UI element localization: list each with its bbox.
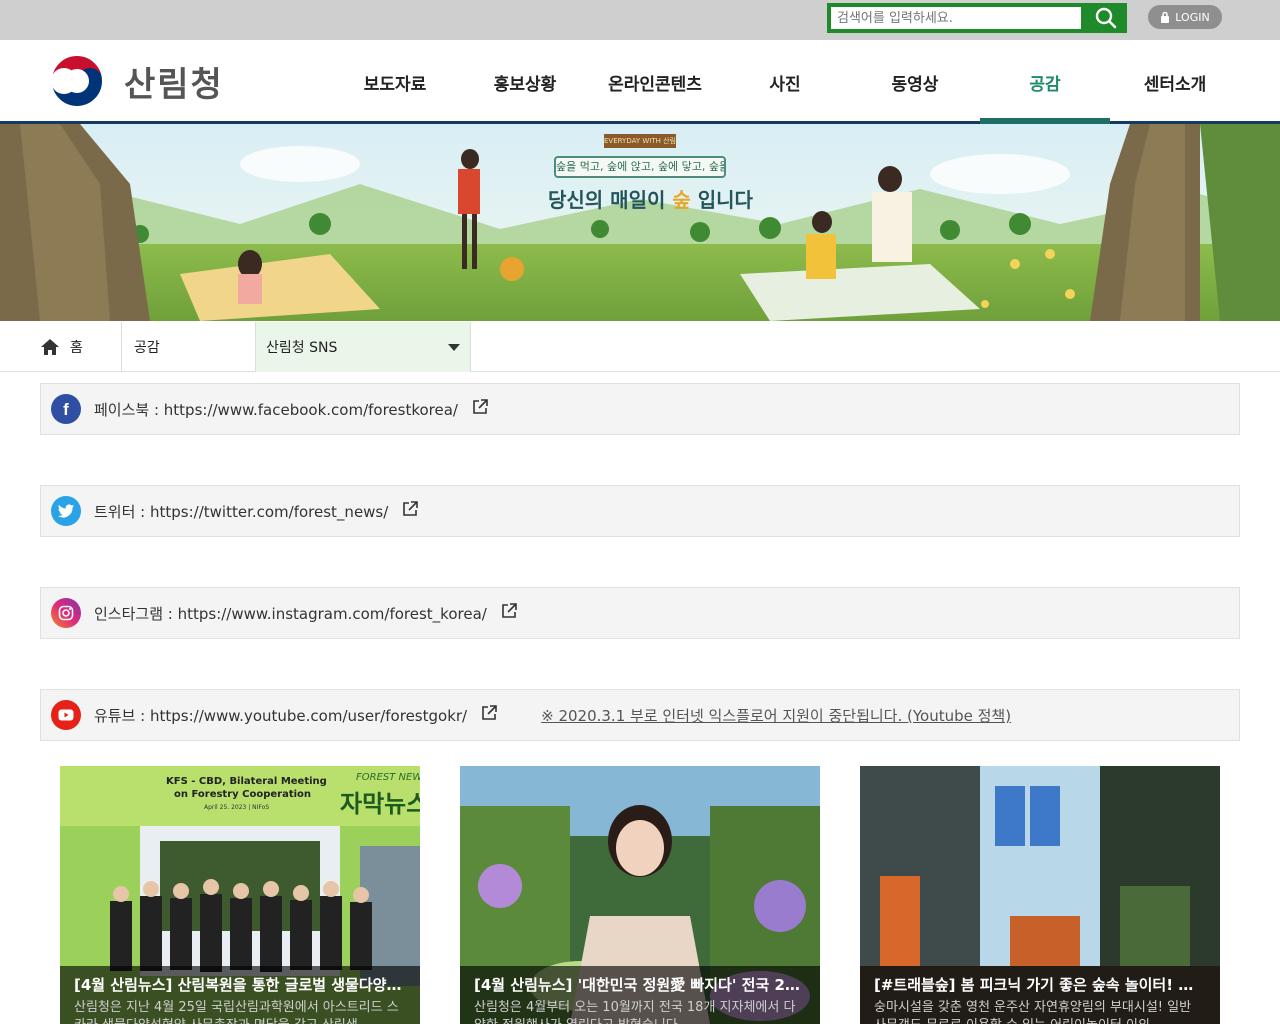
instagram-icon [51, 598, 81, 628]
search-box [827, 3, 1127, 33]
video-caption: [4월 산림뉴스] 산림복원을 통한 글로벌 생물다양성 보전 산림청은 지난 … [60, 966, 420, 1024]
video-title[interactable]: [4월 산림뉴스] 산림복원을 통한 글로벌 생물다양성 보전 [74, 974, 406, 995]
sns-facebook-text[interactable]: 페이스북 : https://www.facebook.com/forestko… [94, 399, 458, 420]
banner-line2-a: 당신의 매일이 [548, 188, 673, 212]
breadcrumb: 홈 공감 산림청 SNS [0, 322, 1280, 372]
video-description: 산림청은 4월부터 오는 10월까지 전국 18개 지자체에서 다양한 정원행사… [474, 1000, 796, 1024]
utility-bar: LOGIN [0, 0, 1280, 40]
thumb-caption-3: April 25. 2023 | NIFoS [204, 804, 270, 811]
sns-instagram-text[interactable]: 인스타그램 : https://www.instagram.com/forest… [94, 603, 487, 624]
lock-icon [1161, 11, 1170, 23]
caret-down-icon [448, 344, 460, 351]
search-button[interactable] [1085, 3, 1127, 33]
sns-youtube-text[interactable]: 유튜브 : https://www.youtube.com/user/fores… [94, 705, 467, 726]
home-icon [41, 339, 59, 355]
video-description: 숭마시설을 갖춘 영천 운주산 자연휴양림의 부대시설! 일반 사무객도 무료로… [874, 1000, 1192, 1024]
thumb-caption-1: KFS - CBD, Bilateral Meeting [166, 776, 327, 787]
breadcrumb-level2-dropdown[interactable]: 산림청 SNS [256, 322, 471, 372]
nav-item-online[interactable]: 온라인콘텐츠 [590, 40, 720, 124]
sns-row-instagram: 인스타그램 : https://www.instagram.com/forest… [40, 587, 1240, 639]
youtube-icon [51, 700, 81, 730]
banner-tag: EVERYDAY WITH 산림청 [604, 137, 676, 145]
banner-line2: 당신의 매일이 숲 입니다 [548, 184, 753, 213]
svg-text:f: f [63, 400, 69, 419]
login-label: LOGIN [1175, 10, 1210, 24]
facebook-icon: f [51, 394, 81, 424]
video-card[interactable]: [4월 산림뉴스] '대한민국 정원愛 빠지다' 전국 2023 정원 축제 산… [460, 766, 820, 1024]
video-caption: [#트래블숲] 봄 피크닉 가기 좋은 숲속 놀이터! 영천 운주산 자연휴양림… [860, 966, 1220, 1024]
sns-twitter-text[interactable]: 트위터 : https://twitter.com/forest_news/ [94, 501, 388, 522]
external-link-icon[interactable] [472, 399, 488, 419]
nav-item-promo[interactable]: 홍보상황 [460, 40, 590, 124]
search-input[interactable] [831, 7, 1081, 29]
nav-item-empathy[interactable]: 공감 [980, 40, 1110, 127]
sns-row-facebook: f 페이스북 : https://www.facebook.com/forest… [40, 383, 1240, 435]
site-header: 산림청 보도자료 홍보상황 온라인콘텐츠 사진 동영상 공감 센터소개 [0, 40, 1280, 127]
taegeuk-logo-icon [50, 54, 104, 108]
nav-item-press[interactable]: 보도자료 [330, 40, 460, 124]
video-description: 산림청은 지난 4월 25일 국립산림과학원에서 아스트리드 스카라 생물다양성… [74, 1000, 399, 1024]
breadcrumb-level2-label: 산림청 SNS [266, 340, 338, 356]
nav-item-photo[interactable]: 사진 [720, 40, 850, 124]
banner-line1: 숲을 먹고, 숲에 앉고, 숲에 닿고, 숲을 읽고 [554, 156, 726, 178]
twitter-icon [51, 496, 81, 526]
youtube-ie-notice-link[interactable]: ※ 2020.3.1 부로 인터넷 익스플로어 지원이 중단됩니다. (Yout… [541, 705, 1011, 726]
banner-line2-highlight: 숲 [672, 188, 691, 212]
sns-row-twitter: 트위터 : https://twitter.com/forest_news/ [40, 485, 1240, 537]
external-link-icon[interactable] [481, 705, 497, 725]
video-caption: [4월 산림뉴스] '대한민국 정원愛 빠지다' 전국 2023 정원 축제 산… [460, 966, 820, 1024]
video-card[interactable]: KFS - CBD, Bilateral Meeting on Forestry… [60, 766, 420, 1024]
thumb-caption-2: on Forestry Cooperation [174, 789, 312, 800]
sns-row-youtube: 유튜브 : https://www.youtube.com/user/fores… [40, 689, 1240, 741]
breadcrumb-home[interactable]: 홈 [40, 322, 122, 372]
banner-illustration [0, 124, 1280, 321]
thumb-badge-subtitle-news: 자막뉴스 [340, 790, 420, 818]
main-nav: 보도자료 홍보상황 온라인콘텐츠 사진 동영상 공감 센터소개 [330, 40, 1240, 127]
external-link-icon[interactable] [402, 501, 419, 521]
breadcrumb-level1[interactable]: 공감 [122, 322, 256, 372]
login-button[interactable]: LOGIN [1148, 5, 1222, 29]
logo-text: 산림청 [124, 64, 224, 105]
hero-banner: EVERYDAY WITH 산림청 숲을 먹고, 숲에 앉고, 숲에 닿고, 숲… [0, 124, 1280, 321]
video-card[interactable]: [#트래블숲] 봄 피크닉 가기 좋은 숲속 놀이터! 영천 운주산 자연휴양림… [860, 766, 1220, 1024]
nav-item-about[interactable]: 센터소개 [1110, 40, 1240, 124]
breadcrumb-home-label: 홈 [70, 340, 83, 356]
site-logo[interactable]: 산림청 [48, 52, 224, 110]
video-title[interactable]: [#트래블숲] 봄 피크닉 가기 좋은 숲속 놀이터! 영천 운주산 자연휴양림 [874, 974, 1206, 995]
search-icon [1095, 7, 1117, 29]
video-title[interactable]: [4월 산림뉴스] '대한민국 정원愛 빠지다' 전국 2023 정원 축제 [474, 974, 806, 995]
thumb-badge-forest-news: FOREST NEWS [356, 772, 420, 783]
nav-item-video[interactable]: 동영상 [850, 40, 980, 124]
external-link-icon[interactable] [501, 603, 517, 623]
banner-line2-c: 입니다 [690, 188, 753, 212]
